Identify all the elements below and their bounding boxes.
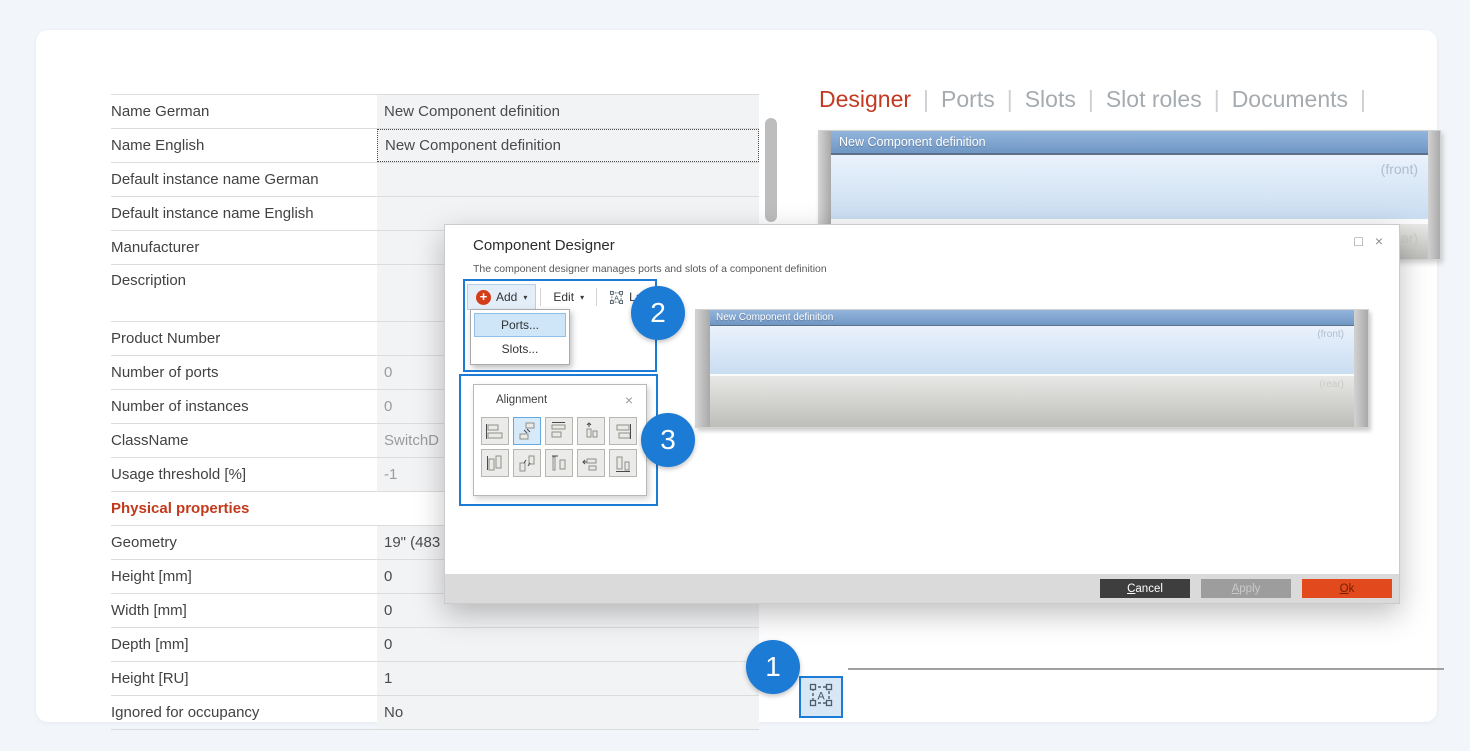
callout-box-alignment bbox=[459, 374, 658, 506]
property-label: Height [mm] bbox=[111, 560, 377, 593]
tab-designer[interactable]: Designer bbox=[819, 86, 911, 112]
property-label: Name German bbox=[111, 95, 377, 128]
rack-rail-right bbox=[1428, 131, 1440, 259]
property-label: Number of instances bbox=[111, 390, 377, 423]
rack-rail-right bbox=[1354, 310, 1368, 427]
preview-rear-area[interactable]: (rear) bbox=[710, 376, 1354, 427]
callout-box-toolbar bbox=[463, 279, 657, 372]
tab-separator: | bbox=[1360, 86, 1366, 112]
tab-separator: | bbox=[1214, 86, 1220, 112]
property-label: Number of ports bbox=[111, 356, 377, 389]
property-value[interactable]: No bbox=[377, 696, 759, 729]
tab-separator: | bbox=[923, 86, 929, 112]
ok-button[interactable]: Ok bbox=[1302, 579, 1392, 598]
property-label: Geometry bbox=[111, 526, 377, 559]
svg-text:A: A bbox=[817, 690, 825, 702]
rack-rail-left bbox=[696, 310, 710, 427]
property-label: Default instance name English bbox=[111, 197, 377, 230]
content-card: Name GermanNew Component definitionName … bbox=[36, 30, 1437, 722]
table-row: Name EnglishNew Component definition bbox=[111, 128, 759, 162]
property-label: Width [mm] bbox=[111, 594, 377, 627]
property-value[interactable] bbox=[377, 163, 759, 196]
preview-front-area[interactable]: (front) bbox=[831, 155, 1428, 219]
property-value[interactable]: New Component definition bbox=[377, 129, 759, 162]
component-preview-dialog: New Component definition (front) (rear) bbox=[695, 309, 1369, 428]
callout-circle-1: 1 bbox=[746, 640, 800, 694]
divider-line bbox=[848, 668, 1444, 670]
dialog-title: Component Designer bbox=[473, 237, 615, 254]
table-row: Name GermanNew Component definition bbox=[111, 94, 759, 128]
cancel-button[interactable]: Cancel bbox=[1100, 579, 1190, 598]
property-value[interactable]: New Component definition bbox=[377, 95, 759, 128]
maximize-icon[interactable]: □ bbox=[1354, 233, 1362, 249]
property-label: Description bbox=[111, 265, 377, 321]
layout-frame-icon: A bbox=[808, 682, 834, 713]
tab-slot-roles[interactable]: Slot roles bbox=[1106, 86, 1202, 112]
tab-separator: | bbox=[1088, 86, 1094, 112]
front-label: (front) bbox=[1317, 329, 1344, 340]
preview-title-bar: New Component definition bbox=[831, 131, 1428, 155]
property-value[interactable]: 1 bbox=[377, 662, 759, 695]
dialog-footer: Cancel Apply Ok bbox=[445, 574, 1399, 603]
callout-circle-3: 3 bbox=[641, 413, 695, 467]
tab-bar: Designer | Ports | Slots | Slot roles | Document… bbox=[819, 86, 1378, 113]
front-label: (front) bbox=[1381, 161, 1418, 177]
dialog-subtitle: The component designer manages ports and… bbox=[473, 263, 827, 275]
table-row: Default instance name German bbox=[111, 162, 759, 196]
table-row: Depth [mm]0 bbox=[111, 627, 759, 661]
tab-separator: | bbox=[1007, 86, 1013, 112]
component-designer-button[interactable]: A bbox=[799, 676, 843, 718]
property-label: Manufacturer bbox=[111, 231, 377, 264]
app-window: Name GermanNew Component definitionName … bbox=[0, 0, 1470, 751]
tab-slots[interactable]: Slots bbox=[1025, 86, 1076, 112]
apply-button[interactable]: Apply bbox=[1201, 579, 1291, 598]
property-value[interactable]: 0 bbox=[377, 628, 759, 661]
rear-label: (rear) bbox=[1320, 379, 1344, 390]
preview-front-area[interactable]: (front) bbox=[710, 326, 1354, 374]
table-row: Ignored for occupancyNo bbox=[111, 695, 759, 730]
property-label: Usage threshold [%] bbox=[111, 458, 377, 491]
property-label: Name English bbox=[111, 129, 377, 162]
table-row: Height [RU]1 bbox=[111, 661, 759, 695]
vertical-scrollbar-thumb[interactable] bbox=[765, 118, 777, 222]
property-label: Ignored for occupancy bbox=[111, 696, 377, 729]
tab-documents[interactable]: Documents bbox=[1232, 86, 1348, 112]
close-icon[interactable]: × bbox=[1375, 233, 1383, 249]
property-label: Product Number bbox=[111, 322, 377, 355]
property-label: Default instance name German bbox=[111, 163, 377, 196]
callout-circle-2: 2 bbox=[631, 286, 685, 340]
tab-ports[interactable]: Ports bbox=[941, 86, 995, 112]
property-label: ClassName bbox=[111, 424, 377, 457]
property-label: Height [RU] bbox=[111, 662, 377, 695]
property-label: Depth [mm] bbox=[111, 628, 377, 661]
preview-title-bar: New Component definition bbox=[710, 310, 1354, 326]
